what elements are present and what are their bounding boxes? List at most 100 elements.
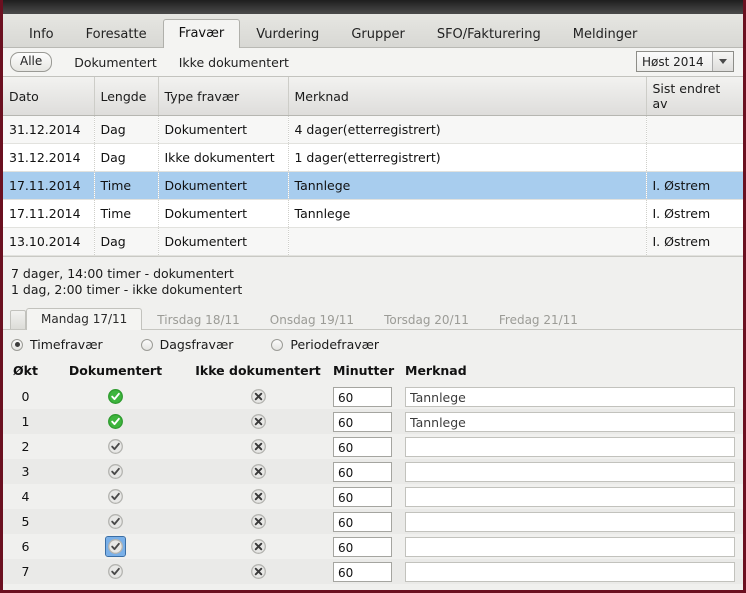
minutes-input[interactable] <box>333 411 392 432</box>
grid-cell-lengde: Dag <box>94 115 159 144</box>
undocumented-toggle-cell[interactable] <box>183 559 333 584</box>
radio-dot-icon[interactable] <box>11 338 23 351</box>
undocumented-toggle-cell[interactable] <box>183 509 333 534</box>
cross-circle-icon[interactable] <box>249 537 268 556</box>
note-cell <box>405 484 743 509</box>
radio-label: Periodefravær <box>290 337 380 352</box>
documented-toggle-cell[interactable] <box>48 384 183 409</box>
day-tab-scroll-nub[interactable] <box>10 310 26 329</box>
table-row[interactable]: 17.11.2014 Time Dokumentert Tannlege I. Østr… <box>3 199 743 228</box>
chevron-down-icon[interactable] <box>712 52 733 71</box>
note-input[interactable] <box>405 461 735 482</box>
radio-dagsfravær[interactable]: Dagsfravær <box>140 337 233 352</box>
radio-periodefravær[interactable]: Periodefravær <box>271 337 379 352</box>
session-row: 7 <box>3 559 743 584</box>
radio-timefravær[interactable]: Timefravær <box>11 337 103 352</box>
note-cell <box>405 434 743 459</box>
minutes-cell <box>333 409 405 434</box>
check-circle-icon[interactable] <box>106 487 125 506</box>
grid-header-row: Dato Lengde Type fravær Merknad Sist endret … <box>3 77 743 116</box>
table-row[interactable]: 31.12.2014 Dag Ikke dokumentert 1 dager(ett… <box>3 143 743 172</box>
undocumented-toggle-cell[interactable] <box>183 434 333 459</box>
cross-circle-icon[interactable] <box>249 412 268 431</box>
check-circle-icon[interactable] <box>106 387 125 406</box>
note-input[interactable] <box>405 536 735 557</box>
documented-toggle-cell[interactable] <box>48 509 183 534</box>
tab-sfo-fakturering[interactable]: SFO/Fakturering <box>421 21 557 48</box>
check-circle-icon[interactable] <box>106 462 125 481</box>
grid-cell-endret <box>646 115 743 144</box>
note-input[interactable] <box>405 511 735 532</box>
radio-dot-icon[interactable] <box>271 338 284 351</box>
minutes-input[interactable] <box>333 561 392 582</box>
undocumented-toggle-cell[interactable] <box>183 384 333 409</box>
tab-foresatte[interactable]: Foresatte <box>70 21 163 48</box>
documented-toggle-cell[interactable] <box>48 559 183 584</box>
cross-circle-icon[interactable] <box>249 387 268 406</box>
documented-toggle-cell[interactable] <box>48 434 183 459</box>
documented-toggle-cell[interactable] <box>48 409 183 434</box>
cross-circle-icon[interactable] <box>249 562 268 581</box>
tab-info[interactable]: Info <box>13 21 70 48</box>
grid-column-header[interactable]: Lengde <box>94 77 159 116</box>
filter-all-button[interactable]: Alle <box>10 52 53 72</box>
check-circle-icon[interactable] <box>106 437 125 456</box>
session-row: 1 <box>3 409 743 434</box>
minutes-input[interactable] <box>333 436 392 457</box>
session-row: 2 <box>3 434 743 459</box>
minutes-input[interactable] <box>333 386 392 407</box>
session-number: 4 <box>21 489 30 504</box>
check-circle-icon[interactable] <box>106 512 125 531</box>
day-tab-4[interactable]: Fredag 21/11 <box>484 310 593 330</box>
season-select[interactable]: Høst 2014 <box>636 51 734 72</box>
grid-column-header[interactable]: Merknad <box>288 77 647 116</box>
note-input[interactable] <box>405 436 735 457</box>
documented-toggle-cell[interactable] <box>48 484 183 509</box>
note-input[interactable] <box>405 386 735 407</box>
check-circle-icon[interactable] <box>105 535 126 557</box>
undocumented-toggle-cell[interactable] <box>183 459 333 484</box>
day-tab-2[interactable]: Onsdag 19/11 <box>255 310 369 330</box>
tab-meldinger[interactable]: Meldinger <box>557 21 654 48</box>
day-tab-3[interactable]: Torsdag 20/11 <box>369 310 484 330</box>
cross-circle-icon[interactable] <box>249 512 268 531</box>
minutes-input[interactable] <box>333 536 392 557</box>
cross-circle-icon[interactable] <box>249 487 268 506</box>
cross-circle-icon[interactable] <box>249 437 268 456</box>
minutes-input[interactable] <box>333 461 392 482</box>
okt-header-ikke-dokumentert: Ikke dokumentert <box>195 363 321 378</box>
minutes-cell <box>333 484 405 509</box>
documented-toggle-cell[interactable] <box>48 459 183 484</box>
table-row[interactable]: 17.11.2014 Time Dokumentert Tannlege I. Østr… <box>3 171 743 200</box>
day-tab-1[interactable]: Tirsdag 18/11 <box>142 310 254 330</box>
okt-header-row: Økt Dokumentert Ikke dokumentert Minutter Me… <box>3 359 743 384</box>
grid-column-header[interactable]: Sist endret av <box>646 77 743 116</box>
filter-documented-button[interactable]: Dokumentert <box>74 55 156 70</box>
note-input[interactable] <box>405 486 735 507</box>
check-circle-icon[interactable] <box>106 412 125 431</box>
grid-column-header[interactable]: Dato <box>3 77 95 116</box>
tab-vurdering[interactable]: Vurdering <box>240 21 335 48</box>
minutes-input[interactable] <box>333 486 392 507</box>
minutes-cell <box>333 559 405 584</box>
check-circle-icon[interactable] <box>106 562 125 581</box>
filter-undocumented-button[interactable]: Ikke dokumentert <box>179 55 289 70</box>
minutes-input[interactable] <box>333 511 392 532</box>
table-row[interactable]: 31.12.2014 Dag Dokumentert 4 dager(etterreg… <box>3 115 743 144</box>
grid-column-header[interactable]: Type fravær <box>158 77 289 116</box>
session-row: 6 <box>3 534 743 559</box>
okt-header-dokumentert: Dokumentert <box>68 363 163 378</box>
tab-grupper[interactable]: Grupper <box>335 21 421 48</box>
day-tab-0[interactable]: Mandag 17/11 <box>26 308 143 330</box>
note-input[interactable] <box>405 411 735 432</box>
cross-circle-icon[interactable] <box>249 462 268 481</box>
grid-cell-lengde: Dag <box>94 143 159 172</box>
tab-frav-r[interactable]: Fravær <box>162 19 241 48</box>
documented-toggle-cell[interactable] <box>48 534 183 559</box>
radio-dot-icon[interactable] <box>140 338 153 351</box>
table-row[interactable]: 13.10.2014 Dag Dokumentert I. Østrem <box>3 227 743 256</box>
undocumented-toggle-cell[interactable] <box>183 534 333 559</box>
undocumented-toggle-cell[interactable] <box>183 484 333 509</box>
undocumented-toggle-cell[interactable] <box>183 409 333 434</box>
note-input[interactable] <box>405 561 735 582</box>
